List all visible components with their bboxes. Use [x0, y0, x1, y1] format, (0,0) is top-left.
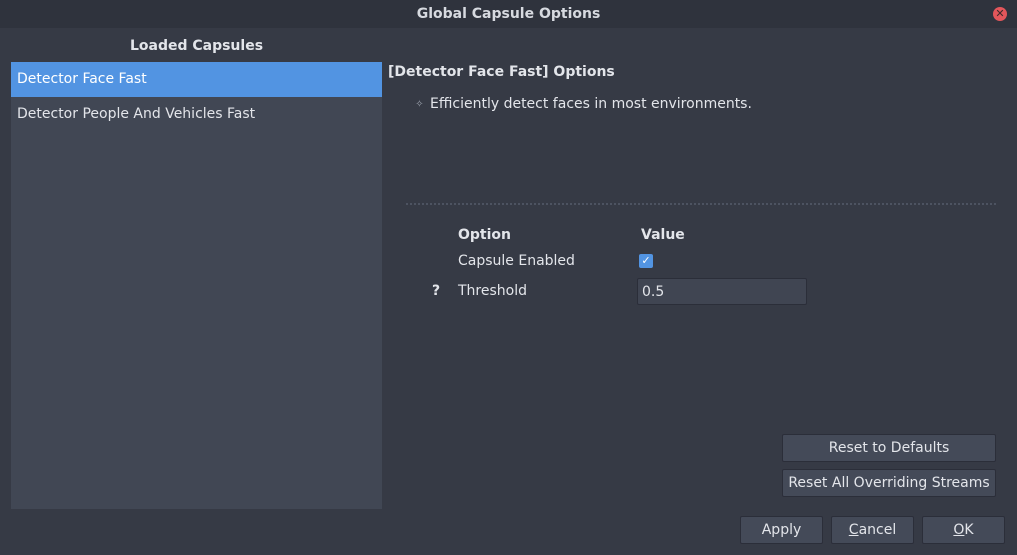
loaded-capsules-heading: Loaded Capsules	[129, 38, 264, 54]
reset-to-defaults-button[interactable]: Reset to Defaults	[782, 434, 996, 462]
separator	[406, 203, 996, 205]
reset-all-overriding-streams-button[interactable]: Reset All Overriding Streams	[782, 469, 996, 497]
title-bar: Global Capsule Options ✕	[0, 0, 1017, 28]
window-title: Global Capsule Options	[416, 6, 601, 22]
capsule-enabled-checkbox[interactable]: ✓	[639, 254, 653, 268]
capsule-item-detector-people-vehicles-fast[interactable]: Detector People And Vehicles Fast	[11, 97, 382, 132]
option-column-header: Option	[458, 227, 511, 243]
capsule-list[interactable]: Detector Face Fast Detector People And V…	[11, 62, 382, 509]
value-column-header: Value	[641, 227, 685, 243]
close-icon[interactable]: ✕	[993, 7, 1007, 21]
options-heading: [Detector Face Fast] Options	[388, 64, 615, 80]
cancel-mnemonic: C	[848, 522, 859, 538]
capsule-item-detector-face-fast[interactable]: Detector Face Fast	[11, 62, 382, 97]
apply-button[interactable]: Apply	[740, 516, 823, 544]
help-icon[interactable]: ?	[432, 283, 440, 299]
capsule-enabled-label: Capsule Enabled	[458, 253, 575, 269]
cancel-button[interactable]: Cancel	[831, 516, 914, 544]
threshold-label: Threshold	[458, 283, 527, 299]
sparkle-icon: ✧	[415, 98, 424, 110]
capsule-description: ✧ Efficiently detect faces in most envir…	[413, 96, 752, 112]
ok-mnemonic: O	[953, 522, 965, 538]
ok-button[interactable]: OK	[922, 516, 1005, 544]
cancel-label-rest: ancel	[858, 522, 897, 538]
description-text: Efficiently detect faces in most environ…	[430, 96, 752, 112]
ok-label-rest: K	[964, 522, 974, 538]
threshold-input[interactable]	[637, 278, 807, 305]
